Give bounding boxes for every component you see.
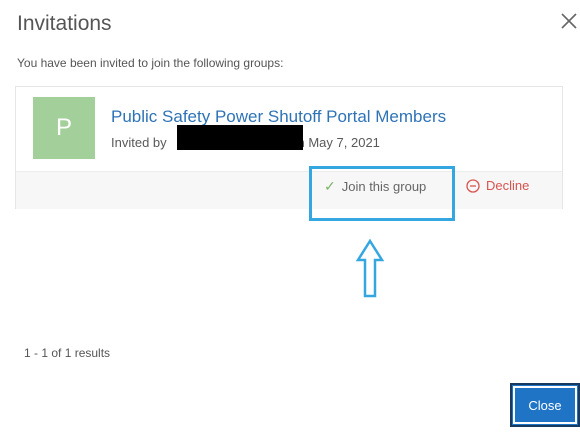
minus-circle-icon: [466, 178, 480, 193]
results-count: 1 - 1 of 1 results: [24, 346, 111, 360]
invited-date: on May 7, 2021: [290, 135, 380, 150]
group-avatar: P: [33, 97, 95, 159]
decline-button[interactable]: Decline: [466, 178, 529, 193]
redacted-inviter: [177, 125, 303, 150]
dialog-title: Invitations: [17, 12, 112, 35]
up-arrow-icon: [355, 238, 385, 305]
group-name-link[interactable]: Public Safety Power Shutoff Portal Membe…: [111, 107, 446, 127]
close-button[interactable]: Close: [510, 383, 580, 427]
invited-prefix: Invited by: [111, 135, 167, 150]
decline-label: Decline: [486, 178, 530, 193]
close-icon[interactable]: [558, 10, 580, 32]
invitation-intro: You have been invited to join the follow…: [17, 56, 284, 70]
join-highlight-box: [309, 166, 455, 221]
